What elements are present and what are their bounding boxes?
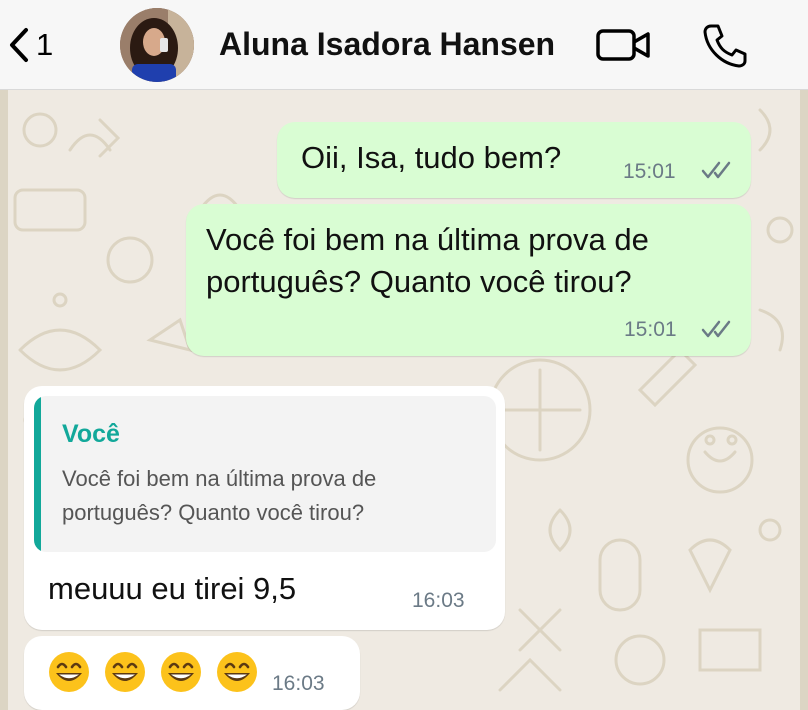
quote-author: Você [62,420,120,448]
contact-name[interactable]: Aluna Isadora Hansen [219,26,555,63]
back-chevron-icon [10,28,28,62]
video-camera-icon [596,29,650,61]
phone-icon [703,24,747,68]
grinning-face-emoji [161,652,201,692]
message-time: 16:03 [412,589,465,612]
voice-call-button[interactable] [702,22,748,73]
message-text: Oii, Isa, tudo bem? [301,140,562,175]
message-time: 16:03 [272,672,325,695]
grinning-face-emoji [217,652,257,692]
quote-line: Você foi bem na última prova de [62,466,377,491]
quoted-message[interactable]: Você Você foi bem na última prova de por… [34,396,496,552]
video-call-button[interactable] [596,26,654,69]
quote-text: Você foi bem na última prova de portuguê… [62,462,482,530]
message-time: 15:01 [623,160,676,183]
quote-line: português? Quanto você tirou? [62,500,365,525]
grinning-face-emoji [105,652,145,692]
grinning-face-emoji [49,652,89,692]
chat-area[interactable]: Oii, Isa, tudo bem? 15:01 Você foi bem n… [0,90,808,710]
emoji-row [48,646,272,698]
message-line: Você foi bem na última prova de [206,222,649,257]
message-time: 15:01 [624,318,677,341]
back-button[interactable]: 1 [8,22,53,68]
incoming-message[interactable]: 16:03 [24,636,360,710]
read-receipt-icon [701,320,731,338]
quote-accent-bar [34,396,41,552]
unread-count: 1 [36,27,54,62]
avatar[interactable] [120,8,194,82]
message-text: meuuu eu tirei 9,5 [48,571,297,606]
avatar-photo [120,8,194,82]
message-line: português? Quanto você tirou? [206,264,632,299]
incoming-message[interactable]: Você Você foi bem na última prova de por… [24,386,505,630]
outgoing-message[interactable]: Você foi bem na última prova de portuguê… [186,204,751,356]
outgoing-message[interactable]: Oii, Isa, tudo bem? 15:01 [277,122,751,198]
read-receipt-icon [701,161,731,179]
chat-header: 1 Aluna Isadora Hansen [0,0,808,90]
